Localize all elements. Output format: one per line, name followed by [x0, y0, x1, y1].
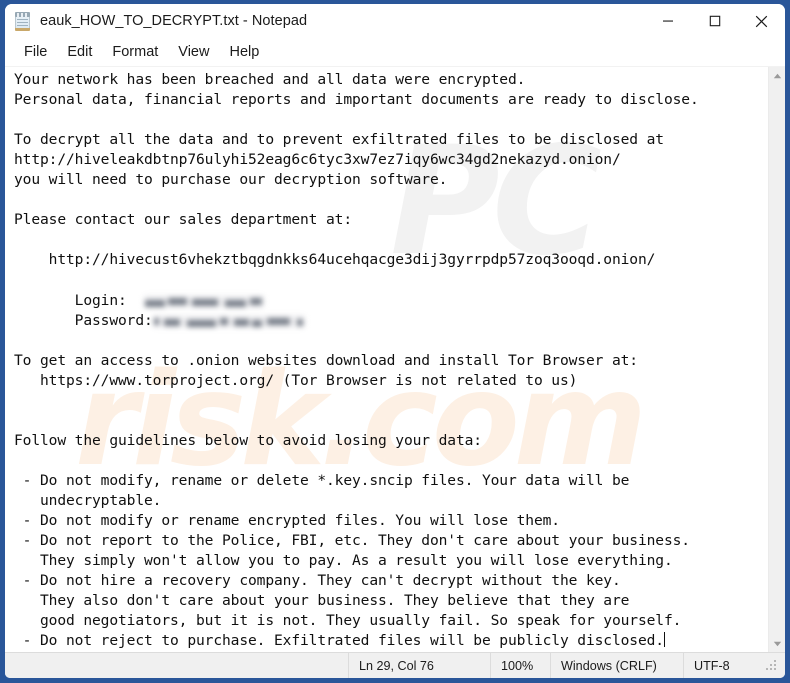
text-line — [14, 110, 768, 130]
text-line — [14, 230, 768, 250]
menu-bar: File Edit Format View Help — [5, 38, 785, 66]
close-icon — [755, 15, 768, 27]
text-line: To get an access to .onion websites down… — [14, 351, 638, 369]
scroll-up-button[interactable] — [769, 67, 785, 84]
text-line — [14, 270, 768, 290]
status-zoom-level[interactable]: 100% — [490, 653, 550, 678]
text-line: - Do not modify, rename or delete *.key.… — [14, 471, 630, 489]
status-line-ending[interactable]: Windows (CRLF) — [550, 653, 683, 678]
window-controls — [644, 4, 785, 38]
notepad-window: eauk_HOW_TO_DECRYPT.txt - Notepad File E… — [0, 0, 790, 683]
text-line: https://www.torproject.org/ (Tor Browser… — [14, 371, 578, 389]
status-bar: Ln 29, Col 76 100% Windows (CRLF) UTF-8 — [5, 652, 785, 678]
maximize-button[interactable] — [691, 4, 738, 38]
text-line: - Do not reject to purchase. Exfiltrated… — [14, 632, 665, 650]
status-cursor-position: Ln 29, Col 76 — [348, 653, 490, 678]
maximize-icon — [709, 15, 720, 27]
minimize-icon — [662, 20, 673, 22]
text-line: undecryptable. — [14, 491, 162, 509]
text-caret — [663, 632, 665, 648]
scroll-up-icon — [773, 73, 782, 78]
title-bar[interactable]: eauk_HOW_TO_DECRYPT.txt - Notepad — [5, 4, 785, 38]
window-title: eauk_HOW_TO_DECRYPT.txt - Notepad — [40, 13, 308, 29]
text-line: - Do not modify or rename encrypted file… — [14, 512, 560, 530]
scroll-down-button[interactable] — [769, 635, 785, 652]
menu-item-edit[interactable]: Edit — [58, 41, 101, 63]
text-line: http://hiveleakdbtnp76ulyhi52eag6c6tyc3x… — [14, 151, 621, 169]
menu-item-view[interactable]: View — [169, 41, 218, 63]
menu-item-format[interactable]: Format — [103, 41, 167, 63]
window-client-area: eauk_HOW_TO_DECRYPT.txt - Notepad File E… — [5, 4, 785, 678]
redacted-value — [152, 314, 305, 328]
menu-item-file[interactable]: File — [15, 41, 56, 63]
editor-area[interactable]: PC risk.com Your network has been breach… — [5, 66, 785, 652]
text-line: Personal data, financial reports and imp… — [14, 91, 699, 109]
vertical-scrollbar[interactable] — [768, 67, 785, 652]
text-line — [14, 190, 768, 210]
resize-grip-icon[interactable] — [766, 660, 776, 670]
text-line: Follow the guidelines below to avoid los… — [14, 431, 482, 449]
text-line: To decrypt all the data and to prevent e… — [14, 131, 664, 149]
text-line: you will need to purchase our decryption… — [14, 171, 448, 189]
text-line: Your network has been breached and all d… — [14, 71, 526, 88]
notepad-icon — [14, 11, 31, 31]
note-text: Your network has been breached and all d… — [14, 70, 768, 651]
text-line: Login: — [14, 291, 768, 311]
text-line — [14, 331, 768, 351]
text-line: Please contact our sales department at: — [14, 211, 352, 229]
close-button[interactable] — [738, 4, 785, 38]
text-line: Password: — [14, 311, 768, 331]
menu-item-help[interactable]: Help — [220, 41, 268, 63]
text-content-region[interactable]: Your network has been breached and all d… — [5, 67, 768, 652]
text-line — [14, 411, 768, 431]
scroll-down-icon — [773, 641, 782, 646]
text-line: - Do not report to the Police, FBI, etc.… — [14, 532, 690, 550]
text-line — [14, 391, 768, 411]
text-line: good negotiators, but it is not. They us… — [14, 612, 682, 630]
text-line — [14, 451, 768, 471]
redacted-value — [144, 294, 264, 308]
minimize-button[interactable] — [644, 4, 691, 38]
text-line: They simply won't allow you to pay. As a… — [14, 552, 673, 570]
text-line: http://hivecust6vhekztbqgdnkks64ucehqacg… — [14, 251, 656, 269]
text-line: - Do not hire a recovery company. They c… — [14, 572, 621, 590]
text-line: They also don't care about your business… — [14, 592, 630, 610]
